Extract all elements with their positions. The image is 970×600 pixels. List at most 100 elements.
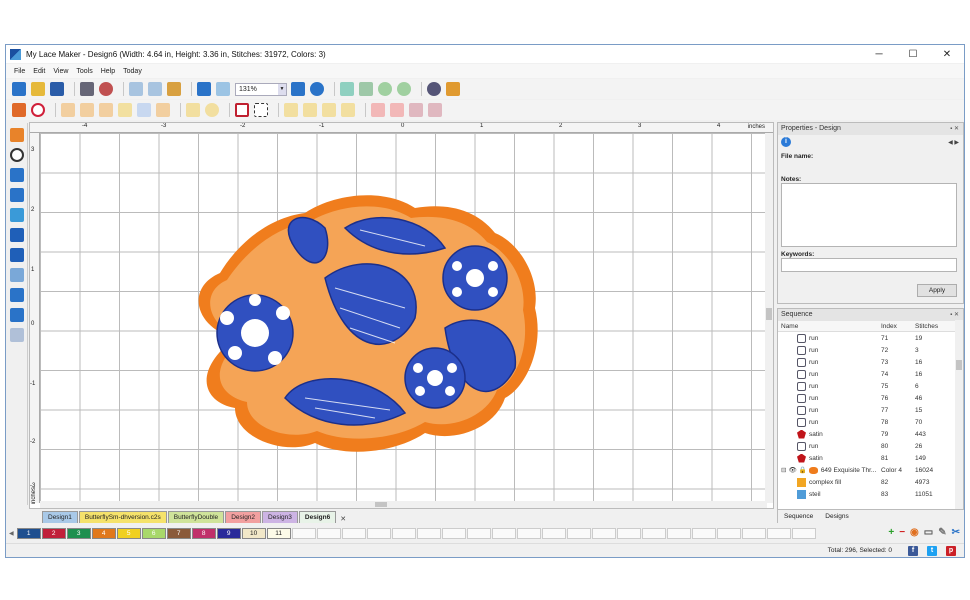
empty-color-slot[interactable] <box>316 527 341 539</box>
menu-file[interactable]: File <box>14 68 25 75</box>
sequence-row[interactable]: steil 83 11051 <box>778 488 963 500</box>
doc-tab[interactable]: Design3 <box>262 511 298 523</box>
heart-shape-icon[interactable] <box>31 103 45 117</box>
preview-tool-icon[interactable] <box>9 328 24 342</box>
empty-color-slot[interactable] <box>341 527 366 539</box>
close-tab-icon[interactable]: ✕ <box>340 515 346 523</box>
empty-color-slot[interactable] <box>491 527 516 539</box>
shape-tool-icon[interactable] <box>9 228 24 242</box>
monitor-icon[interactable]: ▭ <box>924 527 933 538</box>
color-swatch[interactable]: 11 <box>266 527 291 539</box>
menu-edit[interactable]: Edit <box>33 68 45 75</box>
wizard-icon[interactable] <box>446 82 460 96</box>
twitter-icon[interactable]: t <box>927 546 937 556</box>
text-tool-icon[interactable] <box>235 103 249 117</box>
sequence-row[interactable]: complex fill 82 4973 <box>778 476 963 488</box>
sequence-row[interactable]: ⊟ 👁 🔒 649 Exquisite Thr... Color 4 16024 <box>778 464 963 476</box>
save-icon[interactable] <box>50 82 64 96</box>
satin-tool-icon[interactable] <box>80 103 94 117</box>
sequence-row[interactable]: run 75 6 <box>778 380 963 392</box>
node-edit-icon[interactable] <box>9 268 24 282</box>
empty-color-slot[interactable] <box>416 527 441 539</box>
color-swatch[interactable]: 3 <box>66 527 91 539</box>
design-canvas[interactable]: -4 -3 -2 -1 0 1 2 3 4 inches 3 2 1 0 -1 … <box>29 122 774 509</box>
notes-field[interactable] <box>781 183 957 247</box>
empty-color-slot[interactable] <box>741 527 766 539</box>
sequence-row[interactable]: satin 79 443 <box>778 428 963 440</box>
empty-color-slot[interactable] <box>566 527 591 539</box>
color-swatch[interactable]: 8 <box>191 527 216 539</box>
edit-icon[interactable]: ✎ <box>938 527 946 538</box>
break-apart-icon[interactable] <box>409 103 423 117</box>
pen-tool-icon[interactable] <box>118 103 132 117</box>
color-wheel-icon[interactable]: ◉ <box>910 527 919 538</box>
ungroup-icon[interactable] <box>303 103 317 117</box>
align-icon[interactable] <box>186 103 200 117</box>
scissors-icon[interactable]: ✂ <box>952 527 960 538</box>
lace-tool-icon[interactable] <box>99 103 113 117</box>
stitch-out-icon[interactable] <box>99 82 113 96</box>
sequence-tool-icon[interactable] <box>9 308 24 322</box>
flip-icon[interactable] <box>359 82 373 96</box>
tab-sequence[interactable]: Sequence <box>778 513 819 520</box>
doc-tab[interactable]: ButterflySm-dhversion.c2s <box>78 511 167 523</box>
image-icon[interactable] <box>9 208 24 222</box>
sequence-row[interactable]: satin 81 149 <box>778 452 963 464</box>
undo-icon[interactable] <box>197 82 211 96</box>
color-swatch[interactable]: 9 <box>216 527 241 539</box>
circle-tool-icon[interactable] <box>205 103 219 117</box>
tab-designs[interactable]: Designs <box>819 513 854 520</box>
col-stitches[interactable]: Stitches <box>915 323 951 330</box>
empty-color-slot[interactable] <box>291 527 316 539</box>
empty-color-slot[interactable] <box>466 527 491 539</box>
empty-color-slot[interactable] <box>616 527 641 539</box>
color-swatch[interactable]: 1 <box>16 527 41 539</box>
apply-button[interactable]: Apply <box>917 284 957 297</box>
empty-color-slot[interactable] <box>441 527 466 539</box>
keywords-field[interactable] <box>781 258 957 272</box>
weld-icon[interactable] <box>371 103 385 117</box>
open-folder-icon[interactable] <box>31 82 45 96</box>
lace-design[interactable] <box>175 188 545 463</box>
col-index[interactable]: Index <box>881 323 915 330</box>
empty-color-slot[interactable] <box>791 527 816 539</box>
sequence-row[interactable]: run 80 26 <box>778 440 963 452</box>
menu-today[interactable]: Today <box>123 68 142 75</box>
pin-icon[interactable]: ▪ ✕ <box>950 123 959 135</box>
redo-icon[interactable] <box>216 82 230 96</box>
empty-color-slot[interactable] <box>541 527 566 539</box>
cut-icon[interactable] <box>129 82 143 96</box>
trim-icon[interactable] <box>390 103 404 117</box>
doc-tab[interactable]: ButterflyDouble <box>167 511 225 523</box>
new-file-icon[interactable] <box>12 82 26 96</box>
color-swatch[interactable]: 7 <box>166 527 191 539</box>
pinterest-icon[interactable]: p <box>946 546 956 556</box>
empty-color-slot[interactable] <box>766 527 791 539</box>
grid-tool-icon[interactable] <box>9 248 24 262</box>
paste-icon[interactable] <box>167 82 181 96</box>
sequence-scrollbar[interactable] <box>955 320 963 509</box>
select-arrow-icon[interactable] <box>9 128 24 142</box>
nav-arrows-icon[interactable]: ◀ ▶ <box>948 139 959 146</box>
doc-tab[interactable]: Design6 <box>298 511 337 523</box>
fill-tool-icon[interactable] <box>61 103 75 117</box>
menu-tools[interactable]: Tools <box>76 68 92 75</box>
run-tool-icon[interactable] <box>156 103 170 117</box>
lock-icon[interactable]: 🔒 <box>799 466 807 474</box>
empty-color-slot[interactable] <box>641 527 666 539</box>
empty-color-slot[interactable] <box>666 527 691 539</box>
minimize-button[interactable]: ─ <box>862 45 896 63</box>
empty-color-slot[interactable] <box>591 527 616 539</box>
add-icon[interactable]: + <box>888 527 894 538</box>
copy-icon[interactable] <box>148 82 162 96</box>
expand-icon[interactable]: ⊟ <box>781 466 786 474</box>
line-tool-icon[interactable] <box>137 103 151 117</box>
info-icon[interactable]: i <box>781 137 791 147</box>
eye-icon[interactable]: 👁 <box>788 466 796 474</box>
group-icon[interactable] <box>284 103 298 117</box>
zoom-select[interactable]: 131% ▼ <box>235 82 287 96</box>
fit-view-icon[interactable] <box>291 82 305 96</box>
add-object-icon[interactable] <box>12 103 26 117</box>
properties-tool-icon[interactable] <box>9 288 24 302</box>
color-swatch[interactable]: 2 <box>41 527 66 539</box>
